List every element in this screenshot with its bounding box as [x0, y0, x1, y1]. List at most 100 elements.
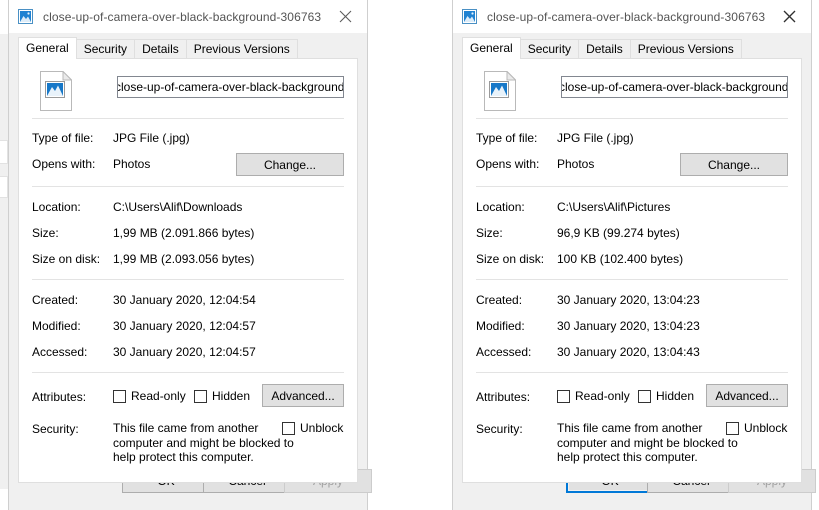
- divider: [32, 118, 344, 119]
- modified-row: Modified: 30 January 2020, 12:04:57: [32, 319, 344, 336]
- location-row: Location: C:\Users\Alif\Pictures: [476, 200, 788, 217]
- accessed-row: Accessed: 30 January 2020, 13:04:43: [476, 345, 788, 362]
- tab-general[interactable]: General: [18, 37, 77, 59]
- image-file-icon: [461, 8, 478, 25]
- checkbox-box: [194, 389, 207, 403]
- divider: [32, 186, 344, 187]
- checkbox-box: [113, 389, 126, 403]
- general-tab-panel: close-up-of-camera-over-black-background…: [18, 58, 358, 483]
- hidden-checkbox[interactable]: Hidden: [194, 389, 250, 403]
- tab-previous-versions[interactable]: Previous Versions: [629, 39, 742, 59]
- checkbox-box: [282, 421, 295, 435]
- readonly-label: Read-only: [131, 389, 186, 403]
- filename-input[interactable]: close-up-of-camera-over-black-background…: [561, 76, 788, 98]
- created-row: Created: 30 January 2020, 13:04:23: [476, 293, 788, 310]
- filename-value: close-up-of-camera-over-black-background…: [561, 80, 788, 94]
- unblock-label: Unblock: [744, 421, 788, 435]
- filename-input[interactable]: close-up-of-camera-over-black-background…: [117, 76, 344, 98]
- attributes-label: Attributes:: [476, 390, 531, 404]
- opens-with-label: Opens with:: [476, 157, 540, 171]
- title-bar: close-up-of-camera-over-black-background…: [453, 0, 811, 33]
- opens-with-value: Photos: [113, 157, 151, 171]
- type-of-file-value: JPG File (.jpg): [557, 131, 634, 145]
- window-title: close-up-of-camera-over-black-background…: [43, 9, 323, 24]
- divider: [32, 372, 344, 373]
- hidden-checkbox[interactable]: Hidden: [638, 389, 694, 403]
- created-label: Created:: [32, 293, 79, 307]
- size-on-disk-value: 100 KB (102.400 bytes): [557, 252, 684, 266]
- tab-details[interactable]: Details: [578, 39, 631, 59]
- modified-row: Modified: 30 January 2020, 13:04:23: [476, 319, 788, 336]
- window-title: close-up-of-camera-over-black-background…: [487, 9, 767, 24]
- readonly-checkbox[interactable]: Read-only: [557, 389, 630, 403]
- unblock-checkbox[interactable]: Unblock: [726, 421, 787, 435]
- file-header: close-up-of-camera-over-black-background…: [32, 70, 344, 113]
- created-row: Created: 30 January 2020, 12:04:54: [32, 293, 344, 310]
- location-row: Location: C:\Users\Alif\Downloads: [32, 200, 344, 217]
- modified-label: Modified:: [476, 319, 525, 333]
- location-label: Location:: [32, 200, 81, 214]
- accessed-row: Accessed: 30 January 2020, 12:04:57: [32, 345, 344, 362]
- type-of-file-row: Type of file: JPG File (.jpg): [476, 131, 788, 148]
- location-value: C:\Users\Alif\Pictures: [557, 200, 671, 214]
- title-bar: close-up-of-camera-over-black-background…: [9, 0, 367, 33]
- opens-with-label: Opens with:: [32, 157, 96, 171]
- checkbox-box: [557, 389, 570, 403]
- size-label: Size:: [476, 226, 503, 240]
- attributes-label: Attributes:: [32, 390, 87, 404]
- hidden-label: Hidden: [656, 389, 695, 403]
- modified-value: 30 January 2020, 12:04:57: [113, 319, 256, 333]
- unblock-label: Unblock: [300, 421, 344, 435]
- close-icon[interactable]: [323, 1, 367, 33]
- divider: [476, 279, 788, 280]
- security-message: This file came from another computer and…: [113, 421, 294, 464]
- security-label: Security:: [476, 422, 523, 436]
- tab-strip: General Security Details Previous Versio…: [18, 37, 358, 59]
- size-on-disk-label: Size on disk:: [476, 252, 545, 266]
- type-of-file-value: JPG File (.jpg): [113, 131, 190, 145]
- size-on-disk-row: Size on disk: 1,99 MB (2.093.056 bytes): [32, 252, 344, 269]
- image-file-icon: [40, 70, 73, 111]
- advanced-button[interactable]: Advanced...: [706, 384, 788, 407]
- type-of-file-label: Type of file:: [32, 131, 94, 145]
- opens-with-value: Photos: [557, 157, 595, 171]
- close-icon[interactable]: [767, 1, 811, 33]
- hidden-label: Hidden: [212, 389, 251, 403]
- tab-previous-versions[interactable]: Previous Versions: [185, 39, 298, 59]
- divider: [476, 186, 788, 187]
- accessed-value: 30 January 2020, 12:04:57: [113, 345, 256, 359]
- advanced-button[interactable]: Advanced...: [262, 384, 344, 407]
- background-window-fragment: [0, 176, 8, 198]
- filename-value: close-up-of-camera-over-black-background…: [117, 80, 344, 94]
- modified-value: 30 January 2020, 13:04:23: [557, 319, 700, 333]
- accessed-label: Accessed:: [32, 345, 88, 359]
- size-value: 96,9 KB (99.274 bytes): [557, 226, 680, 240]
- accessed-label: Accessed:: [476, 345, 532, 359]
- readonly-label: Read-only: [575, 389, 630, 403]
- checkbox-box: [726, 421, 739, 435]
- readonly-checkbox[interactable]: Read-only: [113, 389, 186, 403]
- tab-general[interactable]: General: [462, 37, 521, 59]
- size-row: Size: 96,9 KB (99.274 bytes): [476, 226, 788, 243]
- unblock-checkbox[interactable]: Unblock: [282, 421, 343, 435]
- size-value: 1,99 MB (2.091.866 bytes): [113, 226, 255, 240]
- tab-details[interactable]: Details: [134, 39, 187, 59]
- type-of-file-label: Type of file:: [476, 131, 538, 145]
- size-on-disk-label: Size on disk:: [32, 252, 101, 266]
- size-row: Size: 1,99 MB (2.091.866 bytes): [32, 226, 344, 243]
- security-message: This file came from another computer and…: [557, 421, 738, 464]
- tab-security[interactable]: Security: [75, 39, 136, 59]
- security-label: Security:: [32, 422, 79, 436]
- type-of-file-row: Type of file: JPG File (.jpg): [32, 131, 344, 148]
- tab-security[interactable]: Security: [519, 39, 580, 59]
- created-label: Created:: [476, 293, 523, 307]
- tab-strip: General Security Details Previous Versio…: [462, 37, 802, 59]
- size-on-disk-row: Size on disk: 100 KB (102.400 bytes): [476, 252, 788, 269]
- change-button[interactable]: Change...: [236, 153, 344, 176]
- properties-dialog-right: close-up-of-camera-over-black-background…: [452, 0, 816, 510]
- screen: close-up-of-camera-over-black-background…: [0, 0, 819, 510]
- divider: [476, 372, 788, 373]
- change-button[interactable]: Change...: [680, 153, 788, 176]
- file-header: close-up-of-camera-over-black-background…: [476, 70, 788, 113]
- image-file-icon: [17, 8, 34, 25]
